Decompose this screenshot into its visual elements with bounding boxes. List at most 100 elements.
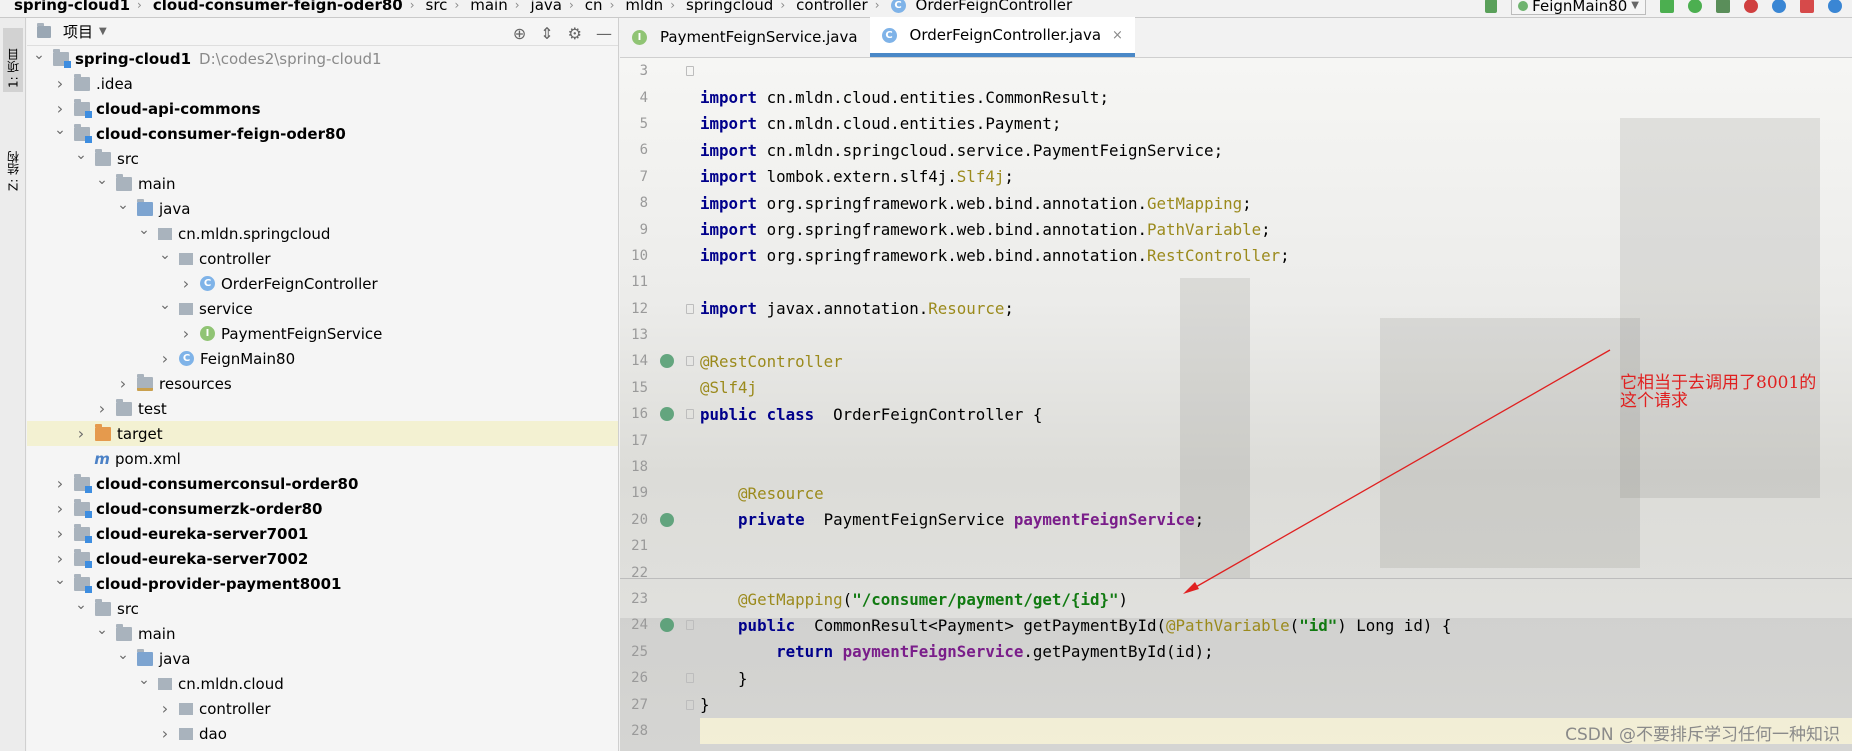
- tree-item[interactable]: ⌄ cn.mldn.springcloud: [27, 221, 618, 246]
- hide-panel-icon[interactable]: —: [596, 24, 612, 43]
- project-tool-tab[interactable]: 1: 项目: [3, 28, 23, 92]
- chevron-down-icon[interactable]: ▼: [99, 26, 107, 37]
- collapsed-arrow-icon[interactable]: ›: [54, 524, 66, 543]
- expanded-arrow-icon[interactable]: ⌄: [75, 147, 87, 163]
- breadcrumb-item[interactable]: › controller: [773, 0, 867, 13]
- collapsed-arrow-icon[interactable]: ›: [75, 424, 87, 443]
- tree-item[interactable]: › C FeignMain80: [27, 346, 618, 371]
- collapsed-arrow-icon[interactable]: ›: [117, 374, 129, 393]
- folder-icon: [74, 523, 92, 543]
- breadcrumb-item[interactable]: › mldn: [603, 0, 664, 13]
- collapsed-arrow-icon[interactable]: ›: [159, 699, 171, 718]
- tree-item[interactable]: › test: [27, 396, 618, 421]
- close-icon[interactable]: ×: [1112, 28, 1123, 43]
- breadcrumb-item[interactable]: spring-cloud1: [14, 0, 130, 13]
- breadcrumb-item[interactable]: › C OrderFeignController: [868, 0, 1072, 13]
- folder-icon: [95, 598, 111, 616]
- breadcrumb-item[interactable]: › main: [447, 0, 507, 13]
- expanded-arrow-icon[interactable]: ⌄: [54, 122, 66, 138]
- tree-item[interactable]: ⌄ spring-cloud1 D:\codes2\spring-cloud1: [27, 46, 618, 71]
- expanded-arrow-icon[interactable]: ⌄: [54, 572, 66, 588]
- run-config-icon: [1518, 0, 1529, 11]
- expanded-arrow-icon[interactable]: ⌄: [117, 647, 129, 663]
- debug-icon[interactable]: [1688, 0, 1702, 13]
- tree-item[interactable]: › I PaymentFeignService: [27, 321, 618, 346]
- tree-item[interactable]: ⌄ service: [27, 296, 618, 321]
- tree-item[interactable]: ⌄ cn.mldn.cloud: [27, 671, 618, 696]
- breadcrumb-item[interactable]: › cn: [562, 0, 603, 13]
- collapse-all-icon[interactable]: ⇕: [540, 24, 553, 43]
- editor-tab[interactable]: I PaymentFeignService.java: [620, 17, 870, 57]
- breadcrumb-item[interactable]: › cloud-consumer-feign-oder80: [130, 0, 403, 13]
- expanded-arrow-icon[interactable]: ⌄: [138, 222, 150, 238]
- tree-item[interactable]: ⌄ src: [27, 596, 618, 621]
- tree-item[interactable]: › cloud-api-commons: [27, 96, 618, 121]
- folder-icon: [137, 373, 153, 391]
- collapsed-arrow-icon[interactable]: ›: [54, 474, 66, 493]
- tree-item[interactable]: ⌄ java: [27, 646, 618, 671]
- collapsed-arrow-icon[interactable]: ›: [159, 724, 171, 743]
- tree-item-label: OrderFeignController: [221, 274, 378, 293]
- tree-item[interactable]: ⌄ cloud-consumer-feign-oder80: [27, 121, 618, 146]
- tree-item[interactable]: › cloud-consumerzk-order80: [27, 496, 618, 521]
- breadcrumb-item[interactable]: › java: [508, 0, 562, 13]
- folder-icon: [74, 98, 92, 118]
- stop-icon[interactable]: [1800, 0, 1814, 13]
- coverage-icon[interactable]: [1716, 0, 1730, 13]
- folder-icon: [74, 73, 90, 91]
- collapsed-arrow-icon[interactable]: ›: [180, 324, 192, 343]
- project-panel-title[interactable]: 项目: [63, 21, 93, 42]
- profile-icon[interactable]: [1744, 0, 1758, 13]
- tree-item[interactable]: ⌄ java: [27, 196, 618, 221]
- collapsed-arrow-icon[interactable]: ›: [54, 99, 66, 118]
- gear-icon[interactable]: ⚙: [568, 24, 582, 43]
- expanded-arrow-icon[interactable]: ⌄: [75, 597, 87, 613]
- breadcrumb-item[interactable]: › src: [403, 0, 448, 13]
- folder-icon: [137, 648, 153, 666]
- tree-item-label: cloud-eureka-server7002: [96, 549, 309, 568]
- search-everywhere-icon[interactable]: [1828, 0, 1842, 13]
- help-icon[interactable]: [1772, 0, 1786, 13]
- collapsed-arrow-icon[interactable]: ›: [96, 399, 108, 418]
- tree-item[interactable]: ⌄ main: [27, 621, 618, 646]
- tree-item[interactable]: ⌄ main: [27, 171, 618, 196]
- tree-item[interactable]: › cloud-eureka-server7002: [27, 546, 618, 571]
- tree-item[interactable]: › cloud-eureka-server7001: [27, 521, 618, 546]
- expanded-arrow-icon[interactable]: ⌄: [96, 622, 108, 638]
- expanded-arrow-icon[interactable]: ⌄: [138, 672, 150, 688]
- expanded-arrow-icon[interactable]: ⌄: [33, 47, 45, 63]
- tree-item[interactable]: › controller: [27, 696, 618, 721]
- expanded-arrow-icon[interactable]: ⌄: [117, 197, 129, 213]
- tree-item[interactable]: › cloud-consumerconsul-order80: [27, 471, 618, 496]
- collapsed-arrow-icon[interactable]: ›: [180, 274, 192, 293]
- expanded-arrow-icon[interactable]: ⌄: [159, 247, 171, 263]
- tree-item[interactable]: › .idea: [27, 71, 618, 96]
- tree-item[interactable]: ⌄ cloud-provider-payment8001: [27, 571, 618, 596]
- collapsed-arrow-icon[interactable]: ›: [54, 549, 66, 568]
- structure-tool-tab[interactable]: Z: 结构: [3, 123, 23, 195]
- tree-item[interactable]: › resources: [27, 371, 618, 396]
- tree-item[interactable]: ⌄ src: [27, 146, 618, 171]
- folder-icon: [116, 398, 132, 416]
- code-editor[interactable]: 3 4 import cn.mldn.cloud.entities.CommonRe…: [620, 58, 1852, 751]
- breadcrumb-item[interactable]: › springcloud: [663, 0, 773, 13]
- tree-item[interactable]: › target: [27, 421, 618, 446]
- hammer-build-icon[interactable]: [1485, 0, 1498, 13]
- tree-item[interactable]: m pom.xml: [27, 446, 618, 471]
- expanded-arrow-icon[interactable]: ⌄: [159, 297, 171, 313]
- tree-item[interactable]: › dao: [27, 721, 618, 746]
- collapsed-arrow-icon[interactable]: ›: [54, 499, 66, 518]
- collapsed-arrow-icon[interactable]: ›: [54, 74, 66, 93]
- collapsed-arrow-icon[interactable]: ›: [159, 349, 171, 368]
- tree-item[interactable]: ⌄ controller: [27, 246, 618, 271]
- locate-file-icon[interactable]: ⊕: [513, 24, 526, 43]
- tree-item-label: spring-cloud1: [75, 49, 192, 68]
- rerun-icon[interactable]: [1660, 0, 1674, 13]
- run-configuration-select[interactable]: FeignMain80 ▼: [1511, 0, 1646, 15]
- editor-tab[interactable]: C OrderFeignController.java ×: [869, 17, 1135, 57]
- tree-item-label: .idea: [96, 74, 133, 93]
- tree-item[interactable]: › C OrderFeignController: [27, 271, 618, 296]
- editor-tab-label: PaymentFeignService.java: [660, 28, 858, 46]
- annotation-line-1: 它相当于去调用了8001的: [1620, 373, 1817, 393]
- expanded-arrow-icon[interactable]: ⌄: [96, 172, 108, 188]
